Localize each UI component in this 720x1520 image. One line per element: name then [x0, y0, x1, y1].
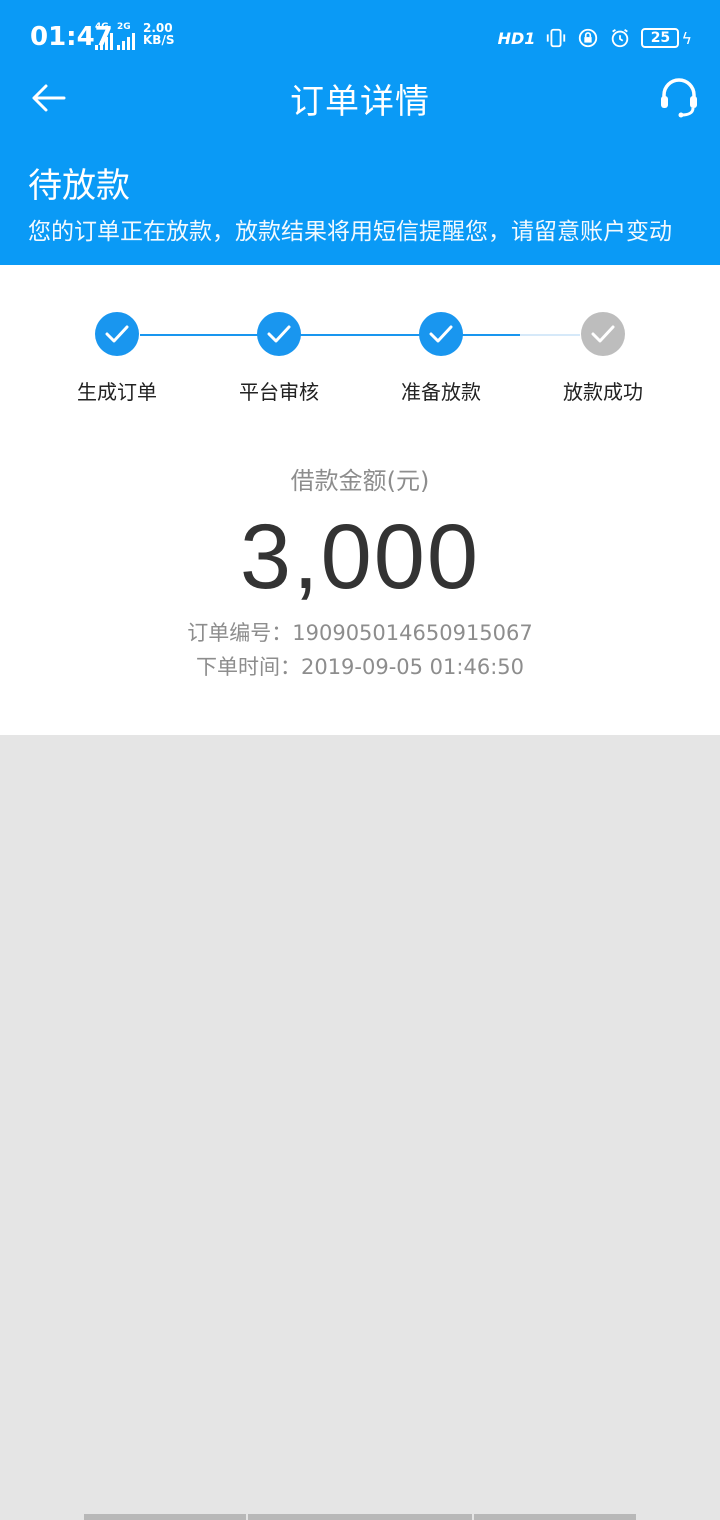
bottom-nav-indicator [84, 1514, 636, 1520]
alarm-icon [612, 28, 629, 48]
step-label: 准备放款 [401, 380, 481, 404]
step-platform-review: 平台审核 [199, 312, 359, 405]
status-bar: 01:47 4G 2G 2.00 KB/S HD1 25 ϟ [0, 0, 720, 72]
vibrate-icon [547, 28, 566, 48]
net-speed-unit: KB/S [143, 33, 175, 47]
signal-2g-icon: 2G [117, 22, 135, 50]
hd-call-icon: HD1 [497, 28, 536, 48]
check-circle-icon [95, 312, 139, 356]
order-status-description: 您的订单正在放款，放款结果将用短信提醒您，请留意账户变动 [28, 219, 672, 245]
rotation-lock-icon [579, 28, 598, 48]
order-time-value: 2019-09-05 01:46:50 [300, 655, 525, 679]
page-title: 订单详情 [290, 82, 430, 122]
system-icons: HD1 25 ϟ [498, 24, 692, 52]
progress-steps: 生成订单 平台审核 准备放款 放款成功 [0, 265, 720, 415]
signal-4g-label: 4G [95, 22, 109, 32]
step-loan-success: 放款成功 [523, 312, 683, 405]
net-speed: 2.00 KB/S [143, 22, 174, 46]
order-time-label: 下单时间： [195, 655, 301, 679]
order-number-value: 190905014650915067 [292, 621, 533, 645]
step-create-order: 生成订单 [37, 312, 197, 405]
battery-level: 25 [641, 28, 680, 48]
order-number: 订单编号：190905014650915067 [0, 617, 720, 647]
check-circle-icon [257, 312, 301, 356]
step-label: 平台审核 [239, 380, 319, 404]
step-prepare-loan: 准备放款 [361, 312, 521, 405]
order-status-title: 待放款 [28, 166, 130, 206]
order-card: 生成订单 平台审核 准备放款 放款成功 借款金额(元) 3,000 订单编号：1… [0, 265, 720, 735]
headset-icon [661, 78, 697, 118]
network-indicators: 4G 2G 2.00 KB/S [95, 22, 174, 52]
order-time: 下单时间：2019-09-05 01:46:50 [0, 651, 720, 681]
signal-2g-label: 2G [117, 22, 131, 32]
loan-amount: 3,000 [239, 506, 481, 608]
charging-icon: ϟ [681, 28, 692, 48]
customer-service-button[interactable] [654, 72, 704, 122]
step-label: 放款成功 [563, 380, 643, 404]
order-number-label: 订单编号： [187, 621, 293, 645]
check-circle-icon [581, 312, 625, 356]
check-circle-icon [419, 312, 463, 356]
battery-icon: 25 ϟ [641, 28, 692, 48]
navigation-bar: 订单详情 [0, 72, 720, 122]
signal-4g-icon: 4G [95, 22, 113, 50]
loan-amount-label: 借款金额(元) [290, 467, 430, 495]
header: 01:47 4G 2G 2.00 KB/S HD1 25 ϟ 订单详情 待放款 … [0, 0, 720, 265]
step-label: 生成订单 [77, 380, 157, 404]
